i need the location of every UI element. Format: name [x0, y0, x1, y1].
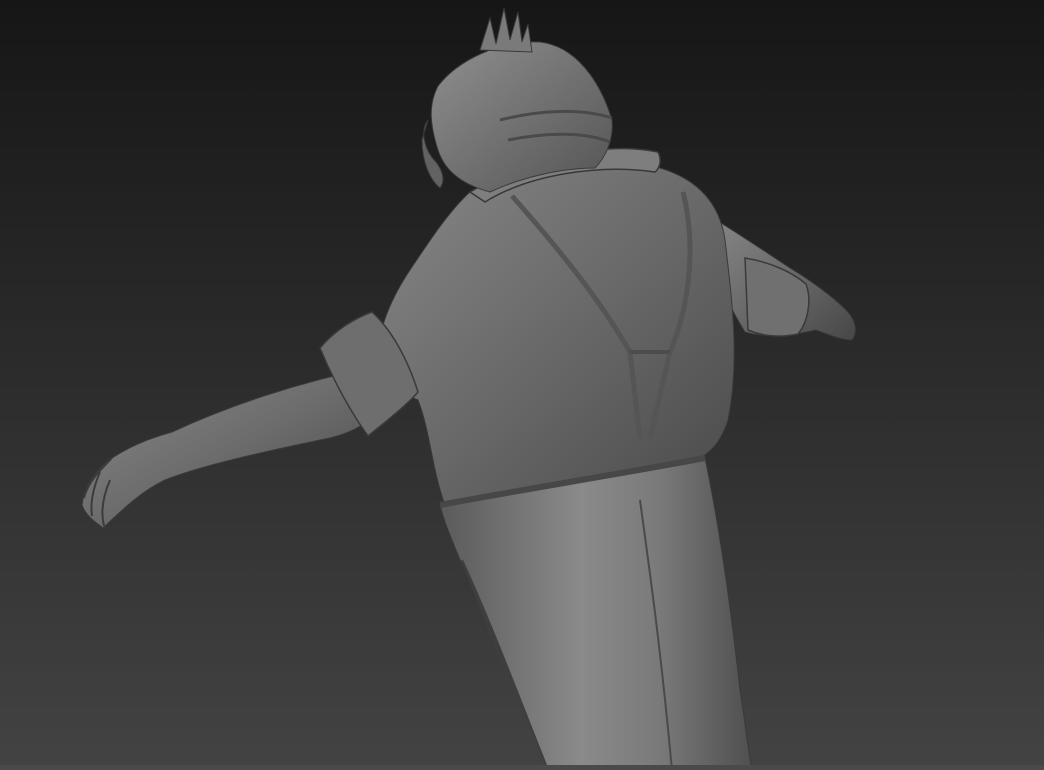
viewport-bottom-edge — [0, 765, 1044, 770]
viewport-canvas[interactable] — [0, 0, 1044, 770]
3d-viewport[interactable] — [0, 0, 1044, 770]
